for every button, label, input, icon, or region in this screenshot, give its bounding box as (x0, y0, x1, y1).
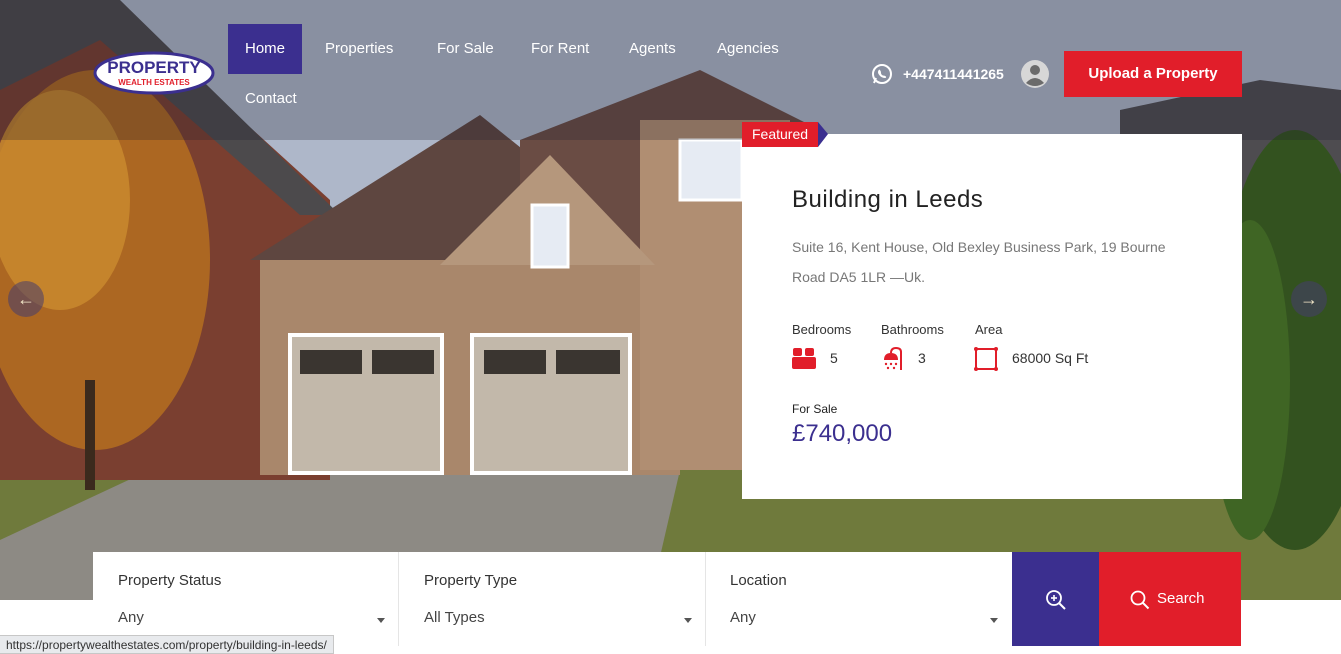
property-status-label: Property Status (118, 572, 222, 589)
chevron-down-icon (990, 618, 998, 623)
bathrooms-label: Bathrooms (881, 322, 944, 337)
phone-number: +447411441265 (903, 66, 1004, 82)
property-type-value: All Types (424, 609, 485, 626)
arrow-right-icon: → (1300, 289, 1318, 309)
nav-properties[interactable]: Properties (308, 24, 410, 74)
advanced-search-button[interactable] (1012, 552, 1099, 646)
user-icon (1021, 60, 1049, 88)
slider-prev-button[interactable]: ← (8, 281, 44, 317)
location-value: Any (730, 609, 756, 626)
nav-for-sale[interactable]: For Sale (420, 24, 511, 74)
whatsapp-icon (872, 64, 892, 84)
property-type-label: Property Type (424, 572, 518, 589)
zoom-icon (1046, 590, 1066, 610)
property-search-bar: Property Status Any Property Type All Ty… (93, 552, 1241, 646)
area-icon (974, 347, 998, 371)
chevron-down-icon (684, 618, 692, 623)
logo-text-top: PROPERTY (107, 58, 201, 77)
property-title[interactable]: Building in Leeds (792, 186, 983, 214)
featured-badge: Featured (742, 122, 829, 147)
browser-status-url: https://propertywealthestates.com/proper… (0, 635, 334, 654)
search-button[interactable]: Search (1099, 552, 1241, 646)
slider-next-button[interactable]: → (1291, 281, 1327, 317)
logo-mark: PROPERTY WEALTH ESTATES (93, 51, 215, 95)
nav-contact[interactable]: Contact (228, 74, 314, 124)
location-select[interactable]: Location Any (705, 552, 1012, 646)
featured-property-card[interactable]: Building in Leeds Suite 16, Kent House, … (742, 134, 1242, 499)
property-price: £740,000 (792, 420, 893, 447)
nav-home[interactable]: Home (228, 24, 303, 74)
nav-for-rent[interactable]: For Rent (514, 24, 606, 74)
location-label: Location (730, 572, 787, 589)
nav-agencies[interactable]: Agencies (700, 24, 796, 74)
logo-text-bottom: WEALTH ESTATES (118, 78, 190, 87)
property-type-select[interactable]: Property Type All Types (399, 552, 706, 646)
shower-icon (884, 346, 902, 370)
bedrooms-label: Bedrooms (792, 322, 852, 337)
chevron-down-icon (377, 618, 385, 623)
search-icon (1130, 590, 1150, 610)
site-logo[interactable]: PROPERTY WEALTH ESTATES (93, 51, 215, 95)
search-button-label: Search (1157, 590, 1205, 607)
phone-contact[interactable]: +447411441265 (871, 61, 1004, 87)
user-account-icon[interactable] (1020, 59, 1050, 89)
property-status-select[interactable]: Property Status Any (93, 552, 399, 646)
area-value: 68000 Sq Ft (1012, 350, 1089, 366)
area-label: Area (975, 322, 1003, 337)
arrow-left-icon: ← (17, 289, 35, 309)
bathrooms-value: 3 (918, 350, 926, 366)
bedrooms-value: 5 (830, 350, 838, 366)
upload-property-button[interactable]: Upload a Property (1064, 51, 1242, 97)
property-address: Suite 16, Kent House, Old Bexley Busines… (792, 239, 1166, 285)
nav-agents[interactable]: Agents (612, 24, 693, 74)
property-status-value: Any (118, 609, 144, 626)
bed-icon (792, 348, 816, 369)
sale-status: For Sale (792, 402, 838, 416)
